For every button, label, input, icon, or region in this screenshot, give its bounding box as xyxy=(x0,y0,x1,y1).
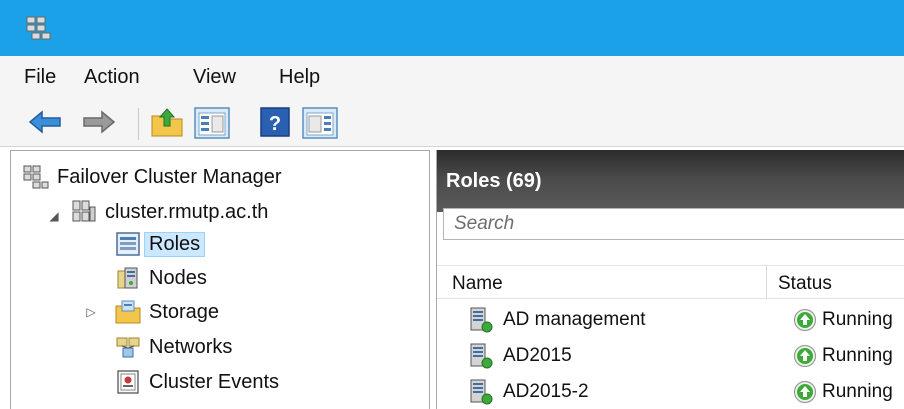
cluster-manager-icon xyxy=(26,16,51,40)
roles-header: Roles (69) xyxy=(437,150,904,212)
menu-view[interactable]: View xyxy=(193,65,236,89)
role-server-icon xyxy=(470,343,493,369)
action-pane-icon[interactable] xyxy=(302,107,338,139)
tree-label: Nodes xyxy=(149,266,207,289)
role-server-icon xyxy=(470,379,493,405)
roles-title: Roles (69) xyxy=(446,170,542,192)
search-input[interactable] xyxy=(444,209,904,239)
menu-file[interactable]: File xyxy=(24,65,56,89)
expand-arrow-icon[interactable]: ▷ xyxy=(85,305,97,319)
tree-item-networks[interactable]: Networks xyxy=(115,332,232,362)
table-row[interactable]: AD management Running xyxy=(437,302,904,338)
networks-icon xyxy=(116,337,140,358)
roles-icon xyxy=(116,232,140,256)
column-divider[interactable] xyxy=(766,266,767,299)
tree-label: Failover Cluster Manager xyxy=(57,165,282,188)
role-name: AD management xyxy=(503,309,646,330)
svg-text:?: ? xyxy=(269,113,281,135)
table-row[interactable]: AD2015-2 Running xyxy=(437,374,904,409)
menu-bar: File Action View Help xyxy=(0,56,904,98)
role-status: Running xyxy=(822,345,893,366)
role-name: AD2015 xyxy=(503,345,572,366)
help-icon[interactable]: ? xyxy=(260,107,290,137)
tree-item-cluster-events[interactable]: Cluster Events xyxy=(115,367,279,397)
table-row[interactable]: AD2015 Running xyxy=(437,338,904,374)
tree-label: Roles xyxy=(144,231,206,257)
role-name: AD2015-2 xyxy=(503,381,589,402)
column-header-status[interactable]: Status xyxy=(778,273,832,295)
running-status-icon xyxy=(793,380,817,404)
running-status-icon xyxy=(793,344,817,368)
running-status-icon xyxy=(793,308,817,332)
role-server-icon xyxy=(470,307,493,333)
show-tree-icon[interactable] xyxy=(194,107,230,139)
forward-arrow-icon[interactable] xyxy=(80,110,116,134)
navigation-tree: Failover Cluster Manager ◢ cluster.rmutp… xyxy=(10,150,430,409)
cluster-manager-icon xyxy=(23,165,49,189)
toolbar: ? xyxy=(0,98,904,147)
tree-item-nodes[interactable]: Nodes xyxy=(115,263,207,293)
menu-action[interactable]: Action xyxy=(84,65,140,89)
search-box[interactable] xyxy=(443,208,904,240)
role-status: Running xyxy=(822,381,893,402)
column-header-name[interactable]: Name xyxy=(452,273,503,295)
role-status: Running xyxy=(822,309,893,330)
menu-help[interactable]: Help xyxy=(279,65,320,89)
tree-label: Cluster Events xyxy=(149,370,280,393)
tree-item-failover-cluster-manager[interactable]: Failover Cluster Manager xyxy=(23,162,282,192)
title-bar xyxy=(0,0,904,56)
cluster-icon xyxy=(72,200,96,222)
roles-grid-header: Name Status xyxy=(437,265,904,299)
tree-item-cluster[interactable]: cluster.rmutp.ac.th xyxy=(71,197,268,227)
tree-item-roles[interactable]: Roles xyxy=(115,229,206,259)
toolbar-separator xyxy=(138,108,139,140)
back-arrow-icon[interactable] xyxy=(28,110,64,134)
tree-label: Networks xyxy=(149,335,233,358)
cluster-events-icon xyxy=(117,370,139,394)
tree-label: Storage xyxy=(149,300,220,323)
collapse-arrow-icon[interactable]: ◢ xyxy=(48,209,60,223)
nodes-icon xyxy=(117,267,138,289)
storage-folder-icon xyxy=(115,300,141,324)
up-folder-icon[interactable] xyxy=(150,106,184,138)
tree-item-storage[interactable]: Storage xyxy=(115,297,219,327)
tree-label: cluster.rmutp.ac.th xyxy=(105,200,269,223)
roles-pane: Roles (69) Name Status AD management Run… xyxy=(436,150,904,409)
